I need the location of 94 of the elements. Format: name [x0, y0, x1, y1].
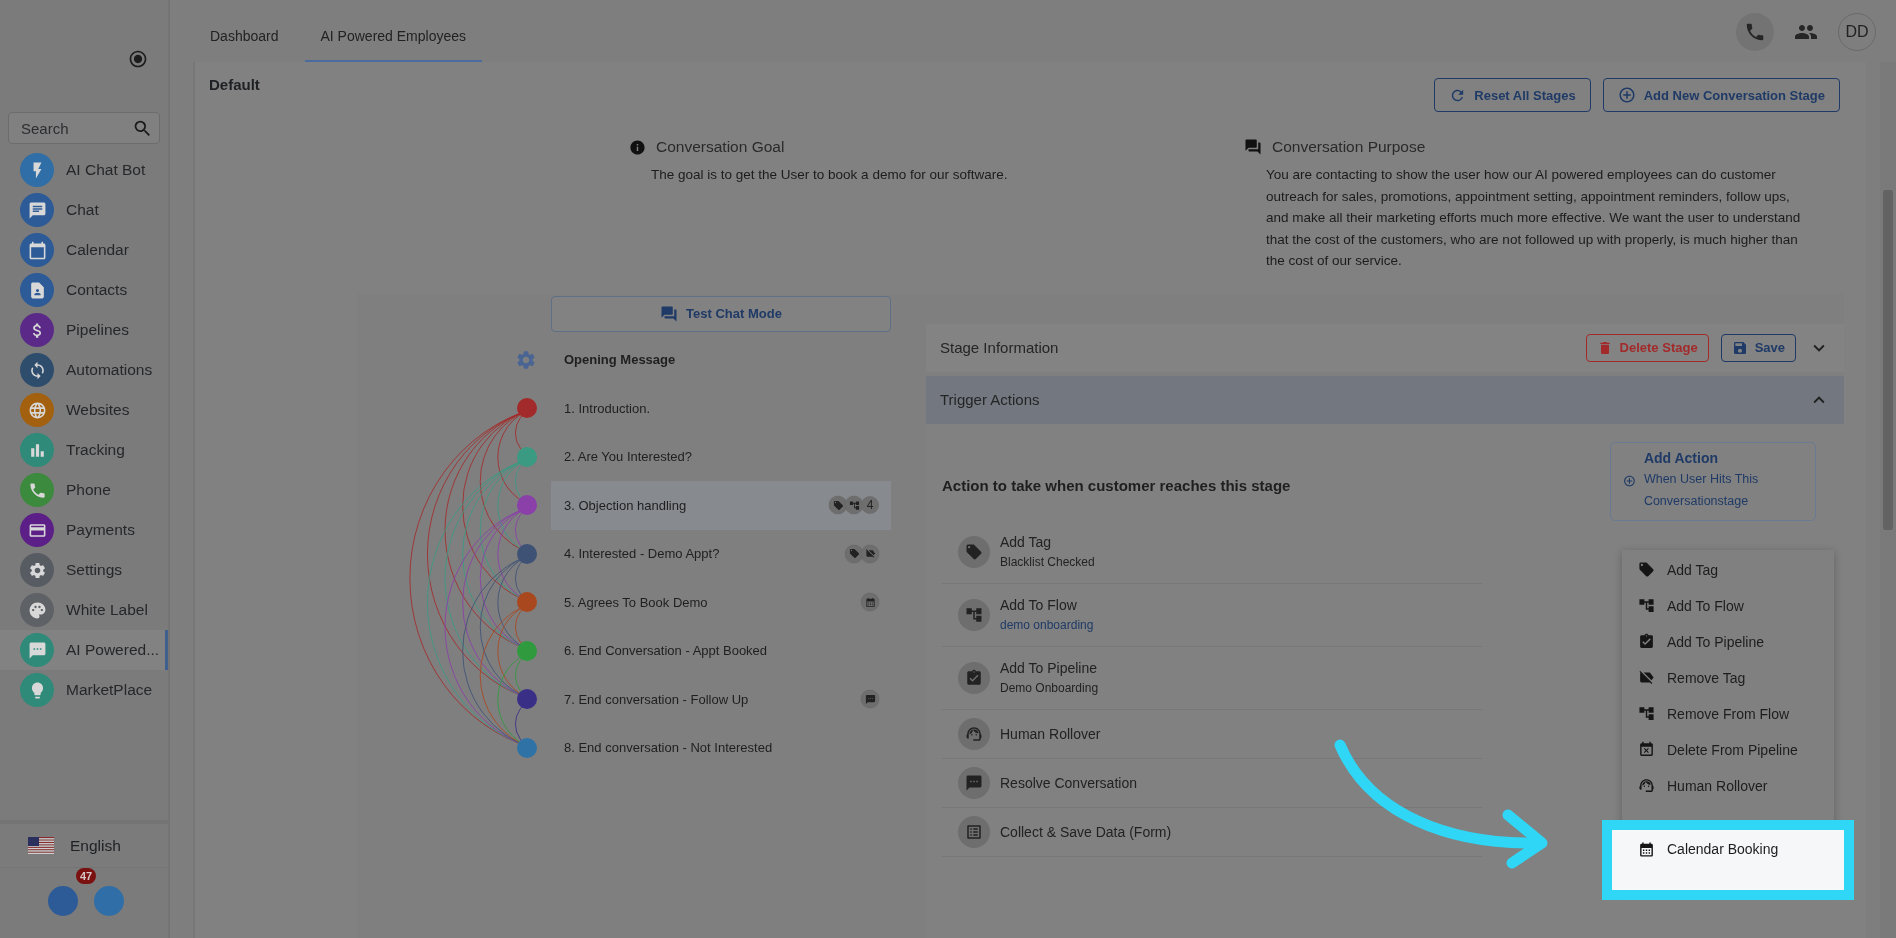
action-detail: Blacklist Checked	[1000, 555, 1095, 569]
hierarchy-icon	[1638, 705, 1655, 722]
sidebar-item[interactable]: Chat	[0, 190, 168, 230]
search-box[interactable]: Search	[8, 112, 160, 144]
search-field[interactable]: Search	[19, 118, 132, 138]
sidebar-item[interactable]: MarketPlace	[0, 670, 168, 710]
record-icon[interactable]	[128, 49, 148, 69]
add-icon	[1617, 86, 1636, 104]
tag-icon	[829, 496, 847, 515]
test-chat-mode-button[interactable]: Test Chat Mode	[551, 295, 891, 332]
hierarchy-icon	[845, 496, 863, 515]
chat-icon	[660, 304, 679, 323]
sidebar-item[interactable]: Calendar	[0, 230, 168, 270]
save-icon	[1731, 339, 1748, 356]
headset-icon	[958, 717, 990, 750]
actions-heading: Action to take when customer reaches this stage	[942, 475, 1291, 494]
menu-item[interactable]: Human Rollover	[1622, 767, 1834, 804]
stage-item[interactable]: 4. Interested - Demo Appt?	[551, 529, 891, 578]
action-row[interactable]: Collect & Save Data (Form)	[942, 807, 1482, 857]
count-badge: 4	[861, 496, 879, 515]
chat-icon	[1244, 138, 1262, 156]
sidebar-item[interactable]: White Label	[0, 590, 168, 630]
stage-item[interactable]: 7. End conversation - Follow Up	[551, 675, 891, 724]
list-icon	[958, 815, 990, 848]
stage-item[interactable]: 6. End Conversation - Appt Booked	[551, 626, 891, 675]
sidebar-item[interactable]: AI Chat Bot	[0, 150, 168, 190]
action-title: Resolve Conversation	[1000, 774, 1137, 791]
trigger-actions-header[interactable]: Trigger Actions	[926, 375, 1844, 424]
add-action-button[interactable]: Add Action When User Hits This Conversationstage	[1610, 441, 1816, 521]
stage-item[interactable]: 3. Objection handling 4	[551, 481, 891, 530]
headset-icon	[1638, 777, 1655, 794]
tag-icon	[1638, 561, 1655, 578]
chat-bubble-icon	[958, 766, 990, 799]
sidebar-item[interactable]: Payments	[0, 510, 168, 550]
calendar-x-icon	[1638, 741, 1655, 758]
clipboard-check-icon	[1638, 633, 1655, 650]
purpose-text: You are contacting to show the user how our AI powered employees can do customer outreach for sales, promotions, appointment setting, appointment reminders, follow ups, and make all their marketing efforts much more effective. We want the user to understand that the cost of the customers, who are not followed up with properly, is much higher than the cost of our service.	[1266, 166, 1802, 270]
action-row[interactable]: Add To Pipeline Demo Onboarding	[942, 646, 1482, 710]
stage-item[interactable]: 5. Agrees To Book Demo	[551, 578, 891, 627]
notification-badge: 47	[76, 868, 97, 884]
clipboard-check-icon	[958, 661, 990, 694]
action-title: Collect & Save Data (Form)	[1000, 823, 1172, 840]
stage-item[interactable]: 1. Introduction.	[551, 384, 891, 433]
calendar-icon	[1638, 840, 1655, 858]
stage-information-header[interactable]: Stage Information Delete Stage Save	[926, 323, 1844, 372]
calendar-icon	[861, 593, 879, 612]
page-title: Default	[209, 76, 260, 93]
sidebar-item[interactable]: Tracking	[0, 430, 168, 470]
tab[interactable]: Dashboard	[194, 12, 295, 62]
hierarchy-icon	[1638, 597, 1655, 614]
toolbar-button[interactable]: Reset All Stages	[1434, 78, 1591, 112]
sidebar-item[interactable]: Phone	[0, 470, 168, 510]
action-row[interactable]: Add Tag Blacklist Checked	[942, 520, 1482, 584]
hierarchy-icon	[958, 598, 990, 631]
sidebar-item[interactable]: Automations	[0, 350, 168, 390]
action-detail: Demo Onboarding	[1000, 681, 1099, 695]
action-title: Add Tag	[1000, 534, 1053, 550]
tag-icon	[845, 544, 863, 563]
sidebar-item[interactable]: Contacts	[0, 270, 168, 310]
stage-item[interactable]: 8. End conversation - Not Interested	[551, 723, 891, 772]
flag-icon	[28, 837, 54, 854]
chat-bubble-icon	[861, 690, 879, 709]
goal-text: The goal is to get the User to book a demo for our software.	[651, 166, 1009, 184]
action-row[interactable]: Human Rollover	[942, 709, 1482, 759]
menu-item[interactable]: Add Tag	[1622, 551, 1834, 588]
tag-off-icon	[1638, 669, 1655, 686]
save-button[interactable]: Save	[1720, 333, 1796, 362]
panel-title: Trigger Actions	[940, 391, 1040, 408]
action-row[interactable]: Add To Flow demo onboarding	[942, 583, 1482, 647]
action-title: Human Rollover	[1000, 725, 1101, 742]
goal-heading: Conversation Goal	[656, 138, 785, 156]
action-row[interactable]: Resolve Conversation	[942, 758, 1482, 808]
panel-title: Stage Information	[940, 339, 1059, 356]
purpose-heading: Conversation Purpose	[1272, 138, 1426, 156]
info-icon	[629, 138, 646, 156]
sidebar-item[interactable]: AI Powered...	[0, 630, 168, 670]
action-title: Add To Flow	[1000, 597, 1078, 613]
language-label[interactable]: English	[70, 836, 121, 855]
sidebar-item[interactable]: Settings	[0, 550, 168, 590]
tag-off-icon	[861, 544, 879, 563]
sidebar-item[interactable]: Websites	[0, 390, 168, 430]
menu-item[interactable]: Delete From Pipeline	[1622, 731, 1834, 768]
menu-item[interactable]: Add To Flow	[1622, 587, 1834, 624]
toolbar-button[interactable]: Add New Conversation Stage	[1602, 78, 1840, 112]
menu-item[interactable]: Remove Tag	[1622, 659, 1834, 696]
phone-icon[interactable]	[1736, 13, 1774, 51]
menu-item[interactable]: Add To Pipeline	[1622, 623, 1834, 660]
stage-item[interactable]: 2. Are You Interested?	[551, 432, 891, 481]
menu-item[interactable]: Remove From Flow	[1622, 695, 1834, 732]
action-link[interactable]: demo onboarding	[1000, 618, 1094, 632]
action-title: Add To Pipeline	[1000, 660, 1099, 676]
sidebar-item[interactable]: Pipelines	[0, 310, 168, 350]
tag-icon	[958, 535, 990, 568]
stage-label: Opening Message	[564, 352, 676, 368]
